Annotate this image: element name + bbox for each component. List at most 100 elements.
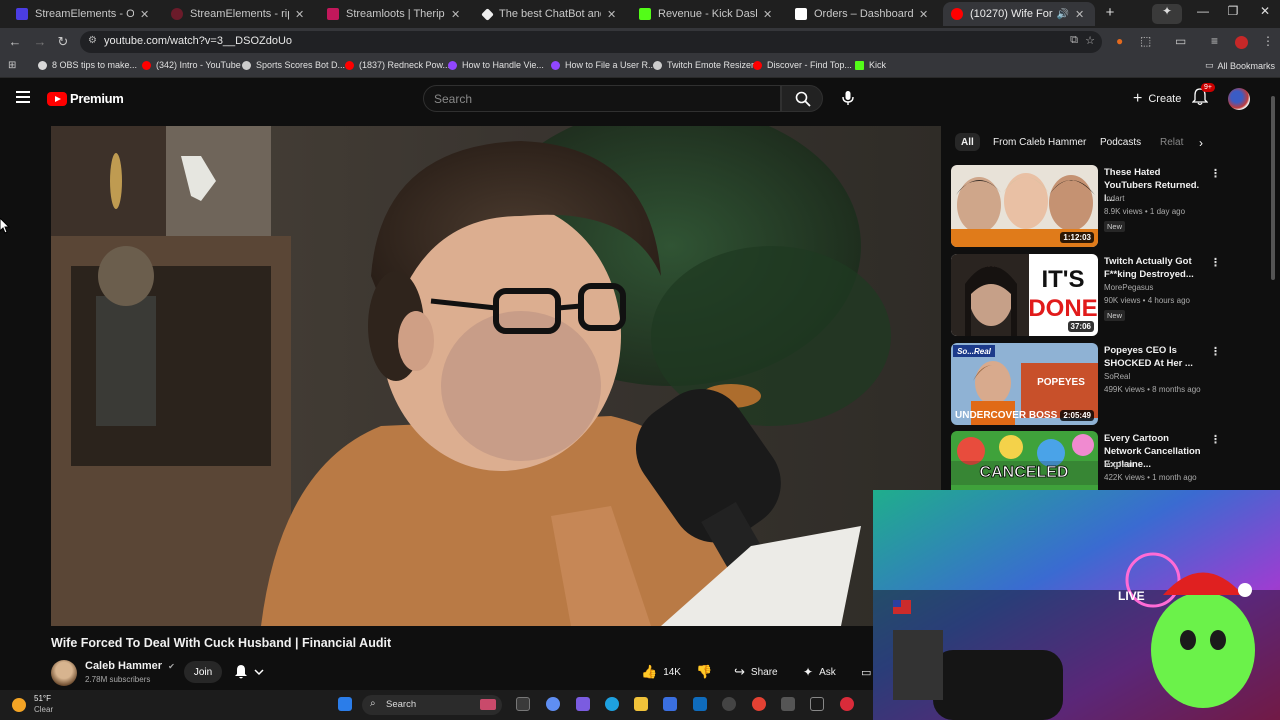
weather-moon-icon[interactable] (12, 698, 26, 712)
file-explorer-icon[interactable] (634, 697, 648, 711)
terminal-icon[interactable] (810, 697, 824, 711)
recommended-video[interactable]: POPEYES So...Real UNDERCOVER BOSS 2:05:4… (951, 343, 1221, 425)
extension-icon[interactable]: ● (1116, 34, 1123, 48)
minimize-button[interactable]: — (1188, 4, 1218, 18)
outlook-icon[interactable] (693, 697, 707, 711)
close-tab-icon[interactable]: ✕ (919, 8, 931, 21)
chip-all[interactable]: All (955, 133, 980, 151)
channel-avatar[interactable] (51, 660, 77, 686)
browser-menu-icon[interactable]: ⋮ (1262, 34, 1274, 48)
close-tab-icon[interactable]: ✕ (607, 8, 619, 21)
join-button[interactable]: Join (184, 661, 222, 683)
profile-icon[interactable] (1235, 36, 1248, 49)
back-button[interactable]: ← (6, 34, 24, 49)
recommended-video[interactable]: 1:12:03 These Hated YouTubers Returned. … (951, 165, 1221, 247)
account-avatar[interactable] (1228, 88, 1250, 110)
bookmark-item[interactable]: (1837) Redneck Pow... (345, 60, 450, 70)
bookmark-item[interactable]: (342) Intro - YouTube (142, 60, 241, 70)
bookmark-item[interactable]: How to File a User R... (551, 60, 656, 70)
chrome-icon[interactable] (752, 697, 766, 711)
browser-tab[interactable]: StreamElements - rippedredne ✕ (163, 2, 315, 26)
browser-tab[interactable]: Orders – Dashboard ✕ (787, 2, 939, 26)
youtube-premium-logo[interactable]: Premium (47, 91, 124, 106)
video-meta: 90K views • 4 hours ago (1104, 296, 1190, 305)
hamburger-menu-icon[interactable] (16, 91, 30, 106)
teams-icon[interactable] (576, 697, 590, 711)
recommended-video[interactable]: IT'S DONE 37:06 Twitch Actually Got F**k… (951, 254, 1221, 336)
browser-tab[interactable]: Revenue - Kick Dashboard ✕ (631, 2, 783, 26)
bookmark-star-icon[interactable]: ☆ (1085, 34, 1095, 47)
maximize-button[interactable]: ❐ (1218, 4, 1248, 18)
reload-button[interactable]: ↻ (54, 34, 72, 50)
apps-grid-icon[interactable]: ⊞ (8, 60, 16, 71)
close-tab-icon[interactable]: ✕ (295, 8, 307, 21)
install-app-icon[interactable]: ⧉ (1070, 34, 1078, 47)
app-icon[interactable] (781, 697, 795, 711)
bookmark-item[interactable]: How to Handle Vie... (448, 60, 544, 70)
edge-icon[interactable] (605, 697, 619, 711)
browser-tab-active[interactable]: (10270) Wife Forced To De 🔊 ✕ (943, 2, 1095, 26)
close-tab-icon[interactable]: ✕ (763, 8, 775, 21)
bookmark-item[interactable]: Kick (855, 60, 886, 70)
search-icon (795, 91, 811, 107)
save-button[interactable]: ▭ (861, 662, 871, 682)
browser-tab[interactable]: Streamloots | Theripppedredne ✕ (319, 2, 471, 26)
more-options-icon[interactable]: ⋮ (1210, 256, 1221, 269)
video-player[interactable] (51, 126, 941, 626)
video-title[interactable]: Popeyes CEO Is SHOCKED At Her ... (1104, 344, 1209, 370)
close-tab-icon[interactable]: ✕ (451, 8, 463, 21)
more-options-icon[interactable]: ⋮ (1210, 167, 1221, 180)
chevron-right-icon[interactable]: › (1199, 136, 1203, 150)
channel-name[interactable]: Indart (1104, 194, 1124, 203)
search-input[interactable]: Search (423, 85, 781, 112)
subscription-bell-button[interactable] (234, 664, 264, 683)
all-bookmarks-button[interactable]: ▭ All Bookmarks (1205, 60, 1275, 71)
bookmark-item[interactable]: Sports Scores Bot D... (242, 60, 345, 70)
copilot-icon[interactable] (546, 697, 560, 711)
video-thumbnail[interactable]: IT'S DONE 37:06 (951, 254, 1098, 336)
bookmark-item[interactable]: 8 OBS tips to make... (38, 60, 137, 70)
address-bar[interactable]: ⚙ youtube.com/watch?v=3__DSOZdoUo ⧉ ☆ (80, 31, 1102, 53)
close-window-button[interactable]: ✕ (1250, 4, 1280, 18)
ask-button[interactable]: ✦ Ask (803, 662, 836, 682)
create-button[interactable]: + Create (1121, 85, 1193, 112)
bookmark-item[interactable]: Twitch Emote Resizer (653, 60, 754, 70)
dislike-button[interactable]: 👎 (696, 662, 712, 682)
browser-tab[interactable]: StreamElements - Overlays ✕ (8, 2, 160, 26)
task-view-icon[interactable] (516, 697, 530, 711)
more-options-icon[interactable]: ⋮ (1210, 345, 1221, 358)
sidepanel-icon[interactable]: ▭ (1175, 34, 1186, 48)
forward-button[interactable]: → (31, 34, 49, 49)
chip-from-channel[interactable]: From Caleb Hammer (991, 133, 1088, 151)
video-thumbnail[interactable]: POPEYES So...Real UNDERCOVER BOSS 2:05:4… (951, 343, 1098, 425)
video-title[interactable]: Twitch Actually Got F**king Destroyed... (1104, 255, 1209, 281)
chip-podcasts[interactable]: Podcasts (1098, 133, 1143, 151)
voice-search-button[interactable] (835, 86, 860, 111)
channel-name[interactable]: SoReal (1104, 372, 1130, 381)
more-options-icon[interactable]: ⋮ (1210, 433, 1221, 446)
close-tab-icon[interactable]: ✕ (140, 8, 152, 21)
browser-tab[interactable]: The best ChatBot and Widgets ✕ (475, 2, 627, 26)
video-thumbnail[interactable]: 1:12:03 (951, 165, 1098, 247)
start-button[interactable] (338, 697, 352, 711)
store-icon[interactable] (663, 697, 677, 711)
taskbar-search[interactable]: ⌕ Search (362, 695, 502, 715)
gemini-icon[interactable]: ✦ (1152, 4, 1182, 24)
bookmark-item[interactable]: Discover - Find Top... (753, 60, 852, 70)
share-button[interactable]: ↪ Share (734, 662, 778, 682)
app-icon[interactable] (840, 697, 854, 711)
close-tab-icon[interactable]: ✕ (1075, 8, 1087, 21)
page-scrollbar[interactable] (1271, 96, 1275, 280)
chip-related[interactable]: Relat (1158, 133, 1185, 151)
channel-name[interactable]: MorePegasus (1104, 283, 1153, 292)
obs-icon[interactable] (722, 697, 736, 711)
channel-name[interactable]: VogJam (1104, 460, 1133, 469)
extensions-puzzle-icon[interactable]: ⬚ (1140, 34, 1151, 48)
search-button[interactable] (781, 85, 823, 112)
like-button[interactable]: 👍 14K (641, 662, 681, 682)
audio-playing-icon[interactable]: 🔊 (1057, 9, 1069, 20)
site-info-icon[interactable]: ⚙ (88, 35, 97, 46)
new-tab-button[interactable]: + (1095, 4, 1125, 21)
media-controls-icon[interactable]: ≡ (1211, 34, 1218, 48)
channel-name[interactable]: Caleb Hammer ✔ (85, 660, 175, 672)
